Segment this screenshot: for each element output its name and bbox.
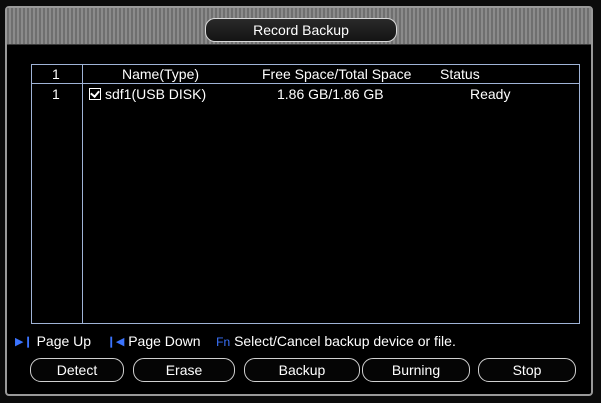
backup-button[interactable]: Backup: [244, 358, 360, 382]
fn-hint: Select/Cancel backup device or file.: [234, 333, 456, 349]
header-status: Status: [440, 66, 480, 82]
stop-button[interactable]: Stop: [478, 358, 576, 382]
key-hints: ▶❙ Page Up ❙◀ Page Down Fn Select/Cancel…: [15, 332, 590, 350]
skip-next-icon: ▶❙: [15, 336, 33, 348]
page-down-hint: Page Down: [128, 333, 201, 349]
erase-button[interactable]: Erase: [133, 358, 235, 382]
fn-key-label: Fn: [216, 335, 231, 349]
table-row[interactable]: 1 sdf1(USB DISK) 1.86 GB/1.86 GB Ready: [32, 85, 579, 103]
column-divider: [82, 65, 83, 323]
row-index: 1: [52, 86, 60, 102]
button-bar: Detect Erase Backup Burning Stop: [30, 358, 580, 382]
header-space: Free Space/Total Space: [262, 66, 412, 82]
header-index: 1: [52, 66, 60, 82]
page-up-hint: Page Up: [36, 333, 92, 349]
row-name-type: sdf1(USB DISK): [105, 86, 207, 102]
skip-previous-icon: ❙◀: [106, 336, 125, 348]
title-bar: Record Backup: [7, 8, 591, 45]
table-header-row: 1 Name(Type) Free Space/Total Space Stat…: [32, 65, 579, 84]
device-checkbox[interactable]: [89, 88, 101, 100]
row-status: Ready: [470, 86, 511, 102]
row-device[interactable]: sdf1(USB DISK): [89, 85, 206, 103]
header-name-type: Name(Type): [122, 66, 200, 82]
record-backup-window: Record Backup 1 Name(Type) Free Space/To…: [5, 6, 593, 396]
row-space: 1.86 GB/1.86 GB: [277, 86, 384, 102]
backup-device-table: 1 Name(Type) Free Space/Total Space Stat…: [31, 64, 580, 324]
window-title: Record Backup: [205, 18, 397, 42]
detect-button[interactable]: Detect: [30, 358, 124, 382]
burning-button[interactable]: Burning: [362, 358, 470, 382]
